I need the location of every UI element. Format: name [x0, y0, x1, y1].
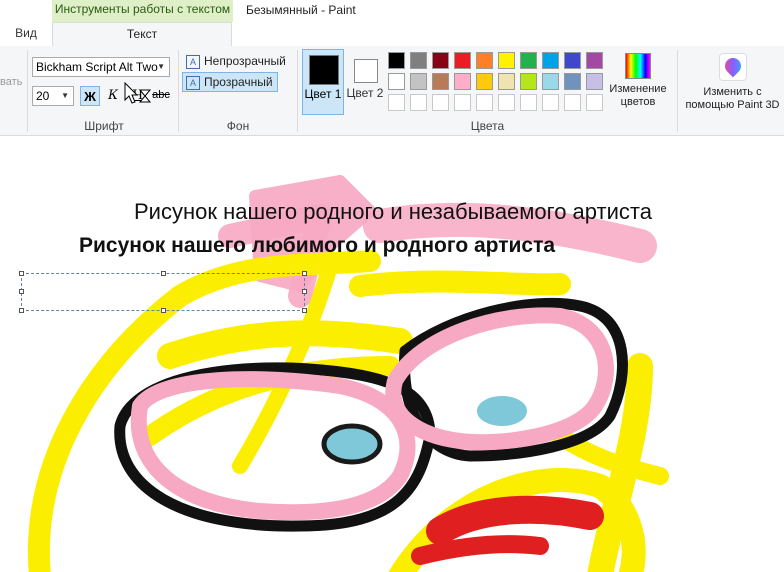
window-title: Безымянный - Paint: [246, 3, 356, 17]
tab-view[interactable]: Вид: [0, 22, 52, 45]
resize-handle[interactable]: [302, 289, 307, 294]
palette-swatch[interactable]: [520, 73, 537, 90]
palette-swatch[interactable]: [476, 94, 493, 111]
palette-swatch[interactable]: [388, 94, 405, 111]
color1-button[interactable]: Цвет 1: [302, 49, 344, 115]
busy-cursor-icon: [124, 82, 152, 104]
palette-swatch[interactable]: [498, 73, 515, 90]
edit-with-paint3d-button[interactable]: Изменить с помощью Paint 3D: [681, 51, 784, 117]
opaque-icon: A: [186, 54, 200, 69]
palette-swatch[interactable]: [564, 73, 581, 90]
resize-handle[interactable]: [161, 308, 166, 313]
font-family-select[interactable]: Bickham Script Alt Two ▼: [32, 57, 170, 77]
palette-swatch[interactable]: [410, 94, 427, 111]
palette-swatch[interactable]: [498, 94, 515, 111]
text-tools-context-header: Инструменты работы с текстом: [52, 0, 233, 22]
canvas-text-line-1: Рисунок нашего родного и незабываемого а…: [134, 199, 652, 224]
tab-text[interactable]: Текст: [52, 22, 232, 46]
opaque-label: Непрозрачный: [204, 54, 286, 68]
font-family-value: Bickham Script Alt Two: [36, 60, 158, 74]
background-group-label: Фон: [226, 119, 250, 133]
palette-swatch[interactable]: [454, 52, 471, 69]
color1-swatch: [309, 55, 339, 85]
palette-swatch[interactable]: [586, 52, 603, 69]
text-insertion-box[interactable]: [19, 271, 307, 313]
palette-swatch[interactable]: [498, 52, 515, 69]
palette-swatch[interactable]: [410, 73, 427, 90]
paint3d-icon: [718, 53, 747, 81]
resize-handle[interactable]: [302, 271, 307, 276]
chevron-down-icon: ▼: [157, 62, 165, 71]
drawing-canvas[interactable]: Рисунок нашего родного и незабываемого а…: [0, 136, 784, 572]
palette-swatch[interactable]: [520, 52, 537, 69]
transparent-background-option[interactable]: A Прозрачный: [182, 72, 278, 92]
palette-swatch[interactable]: [454, 73, 471, 90]
font-size-value: 20: [36, 89, 50, 103]
paint3d-label: Изменить с помощью Paint 3D: [685, 86, 780, 111]
palette-swatch[interactable]: [432, 52, 449, 69]
palette-swatch[interactable]: [432, 94, 449, 111]
canvas-text-line-2: Рисунок нашего любимого и родного артист…: [79, 234, 556, 257]
color2-button[interactable]: Цвет 2: [346, 49, 384, 115]
separator: [297, 50, 298, 132]
palette-swatch[interactable]: [388, 52, 405, 69]
palette-swatch[interactable]: [542, 94, 559, 111]
palette-swatch[interactable]: [476, 73, 493, 90]
separator: [677, 50, 678, 132]
resize-handle[interactable]: [19, 271, 24, 276]
color-spectrum-icon: [625, 53, 651, 79]
color-palette: [388, 52, 604, 112]
font-group-label: Шрифт: [84, 119, 124, 133]
resize-handle[interactable]: [19, 308, 24, 313]
palette-swatch[interactable]: [542, 73, 559, 90]
strikethrough-button[interactable]: abc: [151, 86, 171, 106]
palette-swatch[interactable]: [454, 94, 471, 111]
resize-handle[interactable]: [19, 289, 24, 294]
title-bar: Инструменты работы с текстом Безымянный …: [0, 0, 784, 22]
palette-swatch[interactable]: [586, 94, 603, 111]
transparent-icon: A: [186, 75, 200, 90]
palette-swatch[interactable]: [476, 52, 493, 69]
transparent-label: Прозрачный: [204, 75, 273, 89]
separator: [178, 50, 179, 132]
ribbon: вать Bickham Script Alt Two ▼ 20 ▼ Ж К Ч…: [0, 46, 784, 136]
palette-swatch[interactable]: [564, 52, 581, 69]
palette-swatch[interactable]: [410, 52, 427, 69]
font-size-select[interactable]: 20 ▼: [32, 86, 74, 106]
opaque-background-option[interactable]: A Непрозрачный: [183, 52, 286, 70]
bold-button[interactable]: Ж: [80, 86, 100, 106]
edit-colors-label: Изменение цветов: [609, 83, 667, 108]
separator: [27, 50, 28, 132]
italic-button[interactable]: К: [103, 86, 123, 106]
resize-handle[interactable]: [161, 271, 166, 276]
palette-swatch[interactable]: [388, 73, 405, 90]
resize-handle[interactable]: [302, 308, 307, 313]
edit-colors-button[interactable]: Изменение цветов: [607, 51, 669, 117]
palette-swatch[interactable]: [432, 73, 449, 90]
palette-swatch[interactable]: [520, 94, 537, 111]
palette-swatch[interactable]: [564, 94, 581, 111]
color2-label: Цвет 2: [346, 86, 384, 100]
colors-group-label: Цвета: [470, 119, 505, 133]
color1-label: Цвет 1: [304, 87, 342, 101]
clipboard-partial-label[interactable]: вать: [0, 76, 22, 88]
chevron-down-icon: ▼: [61, 91, 69, 100]
palette-swatch[interactable]: [586, 73, 603, 90]
color2-swatch: [354, 59, 378, 83]
palette-swatch[interactable]: [542, 52, 559, 69]
